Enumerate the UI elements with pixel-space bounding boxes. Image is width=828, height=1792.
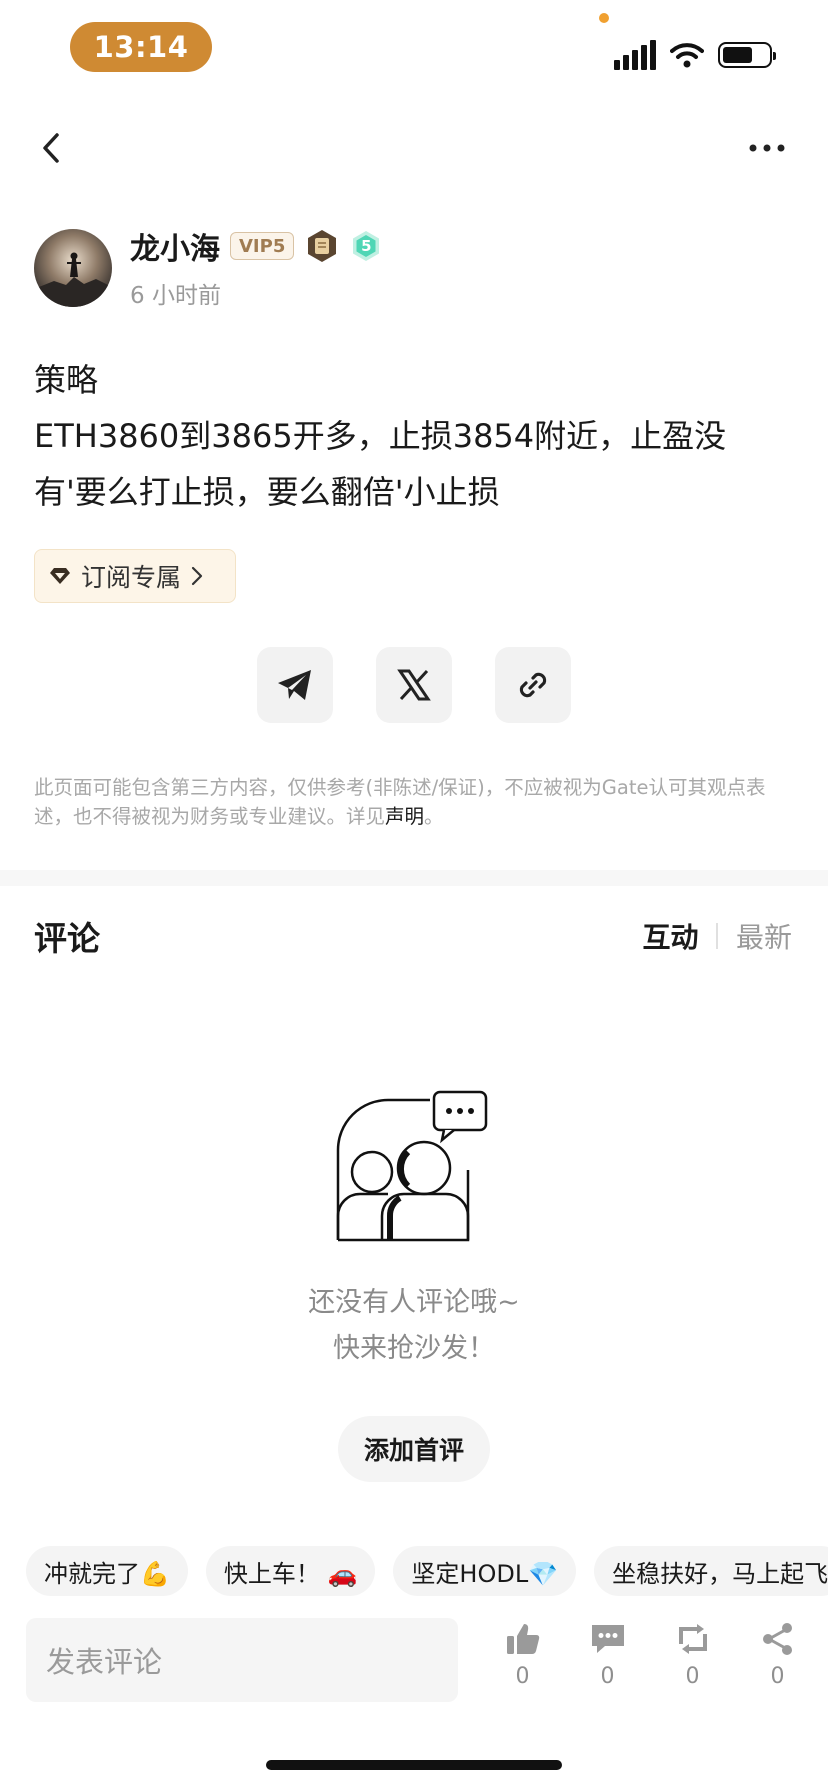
comments-title: 评论 <box>34 919 100 958</box>
subscribe-label: 订阅专属 <box>81 563 182 592</box>
avatar-image <box>34 252 112 307</box>
post-content: 策略 ETH3860到3865开多，止损3854附近，止盈没 有'要么打止损，要… <box>34 352 794 520</box>
quick-reply-chips: 冲就完了💪 快上车！ 🚗 坚定HODL💎 坐稳扶好，马上起飞 <box>26 1546 828 1596</box>
post-line: 策略 <box>34 361 99 399</box>
post-actions: 0 0 0 0 <box>480 1622 820 1689</box>
chevron-right-icon <box>191 566 203 586</box>
link-icon <box>519 672 547 698</box>
sort-divider <box>716 923 718 949</box>
level-badge: 5 <box>350 230 382 262</box>
copy-link-button[interactable] <box>495 647 571 723</box>
like-count: 0 <box>515 1664 530 1689</box>
comment-input[interactable]: 发表评论 <box>26 1618 458 1702</box>
quick-reply-chip[interactable]: 冲就完了💪 <box>26 1546 188 1596</box>
author-name[interactable]: 龙小海 <box>130 224 220 268</box>
empty-comments-illustration <box>336 1090 488 1242</box>
subscribe-exclusive-button[interactable]: 订阅专属 <box>34 549 236 603</box>
empty-comments-text: 还没有人评论哦~ 快来抢沙发！ <box>0 1280 828 1372</box>
privacy-indicator-dot <box>599 13 609 23</box>
repost-icon <box>678 1624 707 1654</box>
post-line: 有'要么打止损，要么翻倍'小止损 <box>34 473 500 511</box>
repost-button[interactable]: 0 <box>663 1622 723 1689</box>
author-info: 龙小海 VIP5 5 6 小时前 <box>130 226 382 310</box>
disclaimer: 此页面可能包含第三方内容，仅供参考(非陈述/保证)，不应被视为Gate认可其观点… <box>34 773 804 831</box>
share-telegram-button[interactable] <box>257 647 333 723</box>
comment-count: 0 <box>600 1664 615 1689</box>
sort-tab-latest[interactable]: 最新 <box>736 916 792 956</box>
home-indicator[interactable] <box>266 1760 562 1770</box>
comment-icon <box>591 1625 624 1653</box>
more-icon <box>749 144 785 152</box>
level-number: 5 <box>361 237 372 255</box>
section-divider <box>0 870 828 886</box>
disclaimer-end: 。 <box>424 805 444 828</box>
share-row <box>0 647 828 723</box>
telegram-icon <box>278 670 311 700</box>
post-time: 6 小时前 <box>130 283 221 309</box>
add-first-comment-button[interactable]: 添加首评 <box>338 1416 490 1482</box>
empty-line-2: 快来抢沙发！ <box>333 1333 495 1364</box>
share-icon <box>762 1623 792 1655</box>
share-x-button[interactable] <box>376 647 452 723</box>
like-button[interactable]: 0 <box>493 1622 553 1689</box>
sort-tab-interaction[interactable]: 互动 <box>642 916 698 956</box>
signal-icon <box>614 40 656 70</box>
disclaimer-link[interactable]: 声明 <box>385 805 424 828</box>
quick-reply-chip[interactable]: 快上车！ 🚗 <box>205 1546 376 1596</box>
quick-reply-chip[interactable]: 坚定HODL💎 <box>393 1546 577 1596</box>
scroll-badge-icon <box>304 228 340 264</box>
empty-line-1: 还没有人评论哦~ <box>308 1287 520 1318</box>
status-bar: 13:14 <box>0 0 828 96</box>
post-line: ETH3860到3865开多，止损3854附近，止盈没 <box>34 417 727 455</box>
author-header: 龙小海 VIP5 5 6 小时前 <box>34 226 382 310</box>
share-count: 0 <box>770 1664 785 1689</box>
avatar[interactable] <box>34 229 112 307</box>
comment-button[interactable]: 0 <box>578 1622 638 1689</box>
name-row: 龙小海 VIP5 5 <box>130 224 382 268</box>
quick-reply-chip[interactable]: 坐稳扶好，马上起飞 <box>594 1546 828 1596</box>
back-icon <box>43 133 59 163</box>
battery-icon <box>718 42 776 68</box>
more-button[interactable] <box>742 130 792 166</box>
status-time: 13:14 <box>70 22 212 72</box>
back-button[interactable] <box>36 128 66 168</box>
wifi-icon <box>670 43 704 68</box>
diamond-icon <box>50 568 70 584</box>
comment-sort-tabs: 互动 最新 <box>642 916 792 956</box>
share-button[interactable]: 0 <box>748 1622 808 1689</box>
vip-badge: VIP5 <box>230 232 295 260</box>
status-icons <box>614 38 776 72</box>
repost-count: 0 <box>685 1664 700 1689</box>
like-icon <box>506 1624 539 1654</box>
x-icon <box>397 669 431 701</box>
